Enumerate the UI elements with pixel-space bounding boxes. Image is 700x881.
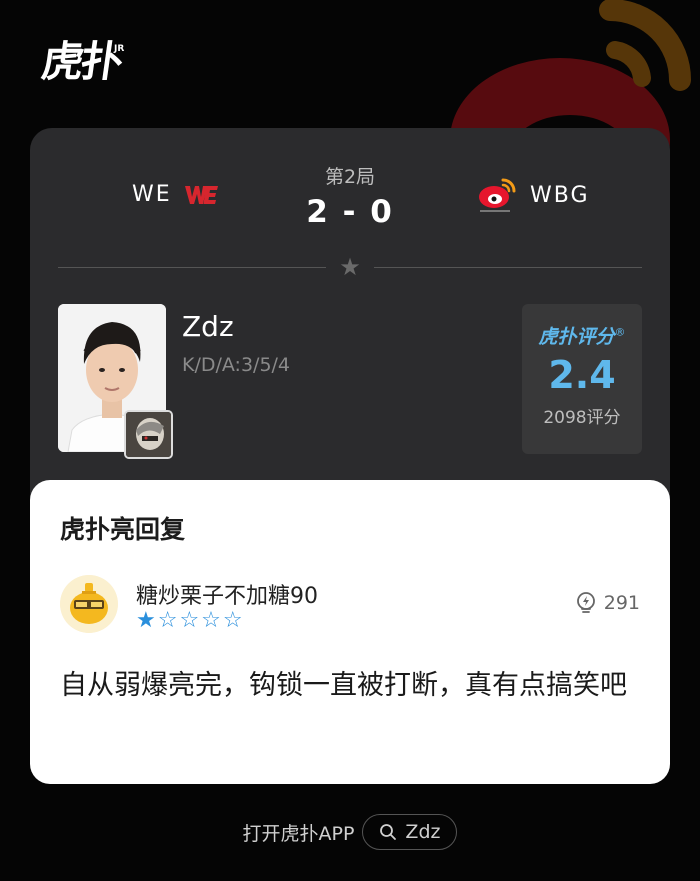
hupu-logo: 虎扑 JR (38, 37, 125, 86)
divider: ★ (58, 255, 642, 279)
rating-count: 2098评分 (543, 408, 621, 428)
logo-text: 虎扑 (38, 37, 124, 86)
round-label: 第2局 (324, 166, 376, 188)
open-app-link[interactable]: 打开虎扑APP (243, 819, 355, 846)
team-right-name: WBG (530, 182, 590, 208)
weibo-logo-icon (479, 178, 516, 212)
reply-comment: 自从弱爆亮完，钩锁一直被打断，真有点搞笑吧 (60, 670, 627, 701)
search-icon (380, 824, 397, 840)
rating-box: 虎扑评分® 2.4 2098评分 (522, 304, 642, 454)
rating-logo: 虎扑评分® (538, 325, 626, 348)
reply-card-title: 虎扑亮回复 (60, 515, 186, 544)
reply-star-rating: ★☆☆☆☆ (136, 608, 245, 633)
divider-line-left (58, 266, 326, 268)
lightbulb-icon (576, 592, 595, 613)
reply-username[interactable]: 糖炒栗子不加糖90 (136, 578, 318, 610)
divider-line-right (374, 266, 642, 268)
like-count: 291 (603, 592, 640, 614)
match-score: 2 - 0 (306, 194, 394, 230)
avatar[interactable] (60, 575, 118, 633)
team-right: WBG (476, 176, 590, 214)
footer: 打开虎扑APP Zdz (0, 814, 700, 850)
player-name: Zdz (182, 310, 234, 343)
search-pill-label: Zdz (405, 821, 441, 843)
reply-card[interactable]: 虎扑亮回复 糖炒栗子不加糖90 ★☆☆☆☆ 291 自从弱爆亮完，钩锁一直被打断… (30, 480, 670, 784)
like-button[interactable]: 291 (574, 591, 640, 615)
star-icon: ★ (339, 253, 361, 281)
player-kda: K/D/A:3/5/4 (182, 354, 291, 376)
search-pill[interactable]: Zdz (362, 814, 458, 850)
rating-value: 2.4 (548, 353, 616, 397)
hero-icon (124, 410, 173, 459)
